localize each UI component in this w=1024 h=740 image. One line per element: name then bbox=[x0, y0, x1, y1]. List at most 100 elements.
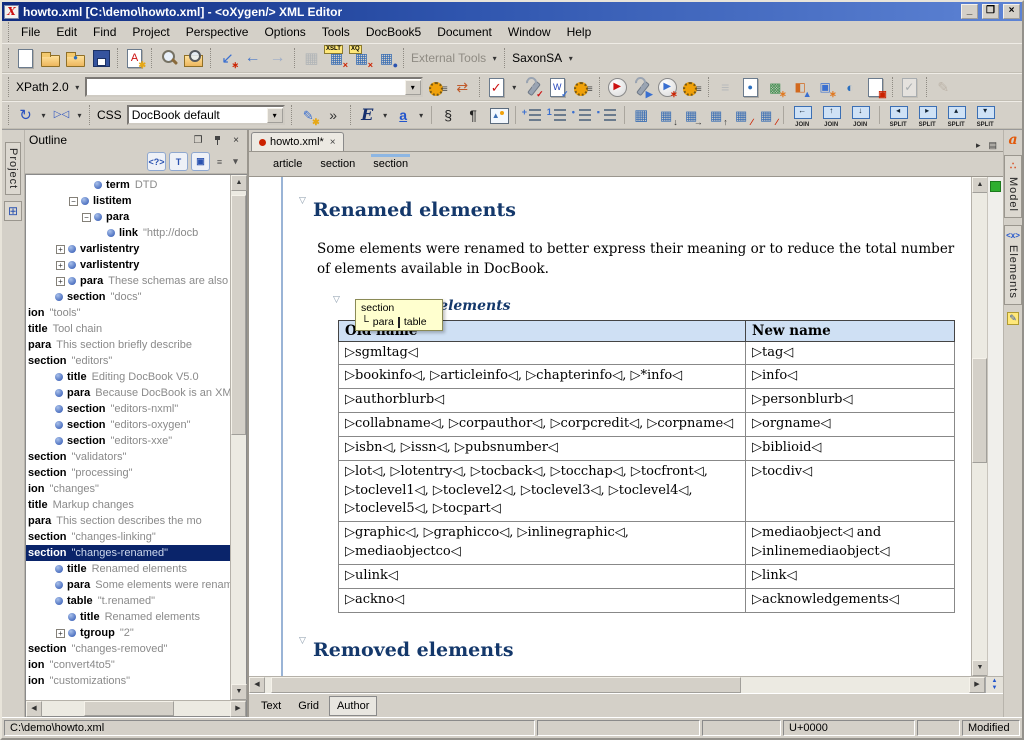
menu-find[interactable]: Find bbox=[85, 22, 124, 42]
scroll-track[interactable] bbox=[265, 677, 969, 693]
breadcrumb-item-section[interactable]: section bbox=[318, 151, 357, 176]
menu-window[interactable]: Window bbox=[500, 22, 559, 42]
old-name-cell[interactable]: ▷sgmltag◁ bbox=[339, 341, 746, 365]
emphasis-dropdown[interactable]: ▾ bbox=[380, 105, 391, 125]
tree-expander-icon[interactable]: + bbox=[56, 629, 65, 638]
new-name-cell[interactable]: ▷link◁ bbox=[746, 564, 955, 588]
web-preview-icon[interactable]: ◐ bbox=[839, 75, 862, 99]
validate-dropdown[interactable]: ▾ bbox=[509, 77, 520, 97]
insert-table-icon[interactable]: ▦ bbox=[630, 103, 653, 127]
new-name-cell[interactable]: ▷orgname◁ bbox=[746, 413, 955, 437]
forward-icon[interactable]: → bbox=[266, 46, 289, 70]
outline-item[interactable]: +varlistentry bbox=[26, 241, 230, 257]
new-name-cell[interactable]: ▷tag◁ bbox=[746, 341, 955, 365]
new-name-cell[interactable]: ▷tocdiv◁ bbox=[746, 460, 955, 522]
menu-tools[interactable]: Tools bbox=[314, 22, 358, 42]
sync-scroll-icon[interactable]: ▲ ▼ bbox=[985, 677, 1003, 693]
open-file-icon[interactable] bbox=[39, 46, 62, 70]
project-view-icon[interactable]: ⊞ bbox=[4, 201, 22, 221]
old-name-cell[interactable]: ▷bookinfo◁, ▷articleinfo◁, ▷chapterinfo◁… bbox=[339, 365, 746, 389]
section-heading[interactable]: ▽ Renamed elements bbox=[313, 199, 516, 221]
author-document[interactable]: ▽ Renamed elements Some elements were re… bbox=[249, 177, 971, 676]
outline-item[interactable]: section"editors-oxygen" bbox=[26, 417, 230, 433]
section-heading[interactable]: ▽ Removed elements bbox=[313, 639, 514, 661]
old-name-cell[interactable]: ▷authorblurb◁ bbox=[339, 389, 746, 413]
outline-vertical-scrollbar[interactable]: ▲ ▼ bbox=[230, 175, 246, 700]
split-cell-above-icon[interactable]: ▴SPLIT bbox=[943, 103, 970, 127]
join-cell-above-icon[interactable]: ↑JOIN bbox=[818, 103, 845, 127]
debug-transformation-icon[interactable]: ▶∗ bbox=[655, 75, 678, 99]
menu-help[interactable]: Help bbox=[559, 22, 600, 42]
close-panel-icon[interactable]: × bbox=[229, 134, 243, 147]
validation-settings-icon[interactable]: ≡ bbox=[571, 75, 594, 99]
old-name-cell[interactable]: ▷graphic◁, ▷graphicco◁, ▷inlinegraphic◁,… bbox=[339, 522, 746, 565]
new-name-cell[interactable]: ▷personblurb◁ bbox=[746, 389, 955, 413]
scroll-down-icon[interactable]: ▼ bbox=[972, 660, 988, 676]
attributes-icon[interactable]: a bbox=[1008, 132, 1017, 148]
validation-status-square[interactable] bbox=[990, 181, 1001, 192]
new-name-cell[interactable]: ▷mediaobject◁ and ▷inlinemediaobject◁ bbox=[746, 522, 955, 565]
format-indent-icon[interactable]: ≡ bbox=[714, 75, 737, 99]
sidebar-tab-project[interactable]: Project bbox=[5, 142, 21, 195]
ordered-list-icon[interactable]: 1 bbox=[546, 103, 569, 127]
outline-item[interactable]: +paraThese schemas are also av bbox=[26, 273, 230, 289]
outline-item[interactable]: −listitem bbox=[26, 193, 230, 209]
outline-horizontal-scrollbar[interactable]: ◀ ▶ bbox=[26, 700, 246, 716]
text-view-icon[interactable]: T bbox=[169, 152, 188, 171]
insert-row-icon[interactable]: ▦↓ bbox=[655, 103, 678, 127]
pin-panel-icon[interactable] bbox=[210, 134, 224, 147]
transformation-settings-icon[interactable]: ≡ bbox=[680, 75, 703, 99]
search-in-files-icon[interactable] bbox=[182, 46, 205, 70]
menu-perspective[interactable]: Perspective bbox=[178, 22, 257, 42]
rename-element-icon[interactable]: ▣∗ bbox=[814, 75, 837, 99]
tree-expander-icon[interactable]: + bbox=[56, 245, 65, 254]
old-name-cell[interactable]: ▷isbn◁, ▷issn◁, ▷pubsnumber◁ bbox=[339, 436, 746, 460]
scroll-track[interactable] bbox=[42, 701, 230, 716]
outline-item[interactable]: paraSome elements were renamed t bbox=[26, 577, 230, 593]
open-url-icon[interactable]: ● bbox=[64, 46, 87, 70]
scroll-thumb[interactable] bbox=[271, 677, 741, 693]
external-tools-button[interactable]: External Tools bbox=[408, 51, 489, 65]
scroll-track[interactable] bbox=[231, 191, 246, 684]
paragraph-mark-icon[interactable]: ¶ bbox=[462, 103, 485, 127]
tab-close-icon[interactable]: × bbox=[330, 137, 336, 148]
close-button[interactable]: × bbox=[1003, 4, 1020, 19]
new-name-cell[interactable]: ▷acknowledgements◁ bbox=[746, 588, 955, 612]
scroll-up-icon[interactable]: ▲ bbox=[231, 175, 247, 191]
xpath-label[interactable]: XPath 2.0 bbox=[13, 80, 72, 94]
scroll-left-icon[interactable]: ◀ bbox=[26, 701, 42, 717]
collapse-icon[interactable]: ▽ bbox=[333, 295, 340, 305]
flat-view-icon[interactable]: <?> bbox=[147, 152, 166, 171]
save-icon[interactable] bbox=[89, 46, 112, 70]
editor-vertical-scrollbar[interactable]: ▲ ▼ bbox=[971, 177, 987, 676]
old-name-cell[interactable]: ▷lot◁, ▷lotentry◁, ▷tocback◁, ▷tocchap◁,… bbox=[339, 460, 746, 522]
join-cell-left-icon[interactable]: ←JOIN bbox=[789, 103, 816, 127]
insert-image-icon[interactable]: ▲ bbox=[487, 103, 510, 127]
menu-document[interactable]: Document bbox=[429, 22, 500, 42]
outline-item[interactable]: table"t.renamed" bbox=[26, 593, 230, 609]
open-in-browser-icon[interactable]: ● bbox=[739, 75, 762, 99]
more-tools-icon[interactable]: » bbox=[322, 103, 345, 127]
new-name-cell[interactable]: ▷biblioid◁ bbox=[746, 436, 955, 460]
editor-horizontal-scrollbar[interactable]: ◀ ▶ ▲ ▼ bbox=[249, 676, 1003, 693]
validation-scenario-icon[interactable]: ✓ bbox=[521, 75, 544, 99]
outline-item[interactable]: paraThis section describes the mo bbox=[26, 513, 230, 529]
new-document-icon[interactable] bbox=[14, 46, 37, 70]
outline-item[interactable]: ion"customizations" bbox=[26, 673, 230, 689]
validate-icon[interactable]: ✓ bbox=[485, 75, 508, 99]
bulleted-list-icon[interactable]: • bbox=[571, 103, 594, 127]
check-well-formed-icon[interactable]: W✓ bbox=[546, 75, 569, 99]
editor-tab-howto[interactable]: howto.xml* × bbox=[251, 132, 344, 151]
menu-edit[interactable]: Edit bbox=[48, 22, 85, 42]
minimize-button[interactable]: _ bbox=[961, 4, 978, 19]
maximize-button[interactable]: ❐ bbox=[982, 4, 999, 19]
outline-item[interactable]: section"processing" bbox=[26, 465, 230, 481]
tree-expander-icon[interactable]: + bbox=[56, 277, 65, 286]
menu-file[interactable]: File bbox=[13, 22, 48, 42]
link-dropdown[interactable]: ▾ bbox=[416, 105, 427, 125]
sidebar-tab-elements[interactable]: <x> Elements bbox=[1004, 225, 1022, 305]
outline-item[interactable]: ion"convert4to5" bbox=[26, 657, 230, 673]
outline-item[interactable]: ion"tools" bbox=[26, 305, 230, 321]
delete-row-icon[interactable]: ▦∕ bbox=[730, 103, 753, 127]
view-tab-author[interactable]: Author bbox=[329, 696, 377, 716]
